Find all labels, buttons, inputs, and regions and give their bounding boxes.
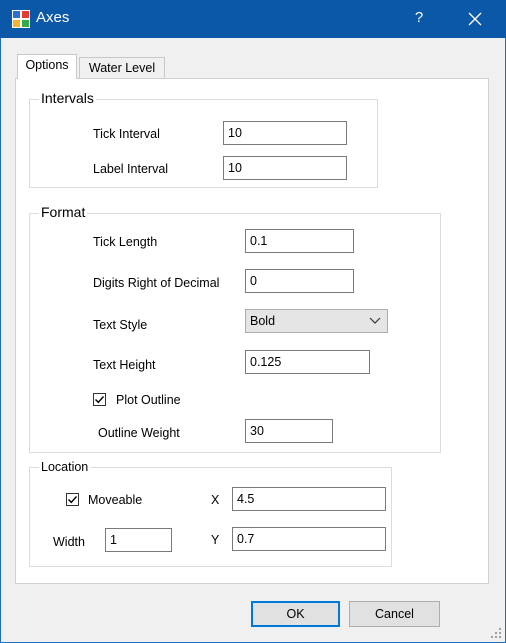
outline-weight-input[interactable] [245, 419, 333, 443]
cancel-button[interactable]: Cancel [349, 601, 440, 627]
checkmark-icon [95, 396, 105, 404]
moveable-label: Moveable [88, 493, 143, 507]
help-button[interactable]: ? [396, 0, 442, 38]
y-input[interactable] [232, 527, 386, 551]
tab-options[interactable]: Options [17, 54, 77, 79]
resize-grip-icon[interactable] [490, 627, 502, 639]
intervals-group: Intervals Tick Interval Label Interval [29, 90, 378, 188]
x-input[interactable] [232, 487, 386, 511]
tick-length-label: Tick Length [93, 235, 158, 249]
y-label: Y [211, 533, 220, 547]
tick-interval-input[interactable] [223, 121, 347, 145]
checkmark-icon [68, 496, 78, 504]
tab-water-level[interactable]: Water Level [79, 57, 165, 79]
chevron-down-icon [369, 317, 381, 324]
digits-right-of-decimal-input[interactable] [245, 269, 354, 293]
window-border-left [0, 38, 1, 643]
digits-right-of-decimal-label: Digits Right of Decimal [93, 276, 220, 290]
label-interval-label: Label Interval [93, 162, 169, 176]
app-icon [12, 10, 30, 28]
close-icon [468, 12, 482, 26]
window-title: Axes [36, 9, 70, 26]
outline-weight-label: Outline Weight [98, 426, 180, 440]
format-group-title: Format [39, 204, 88, 220]
ok-button[interactable]: OK [251, 601, 340, 627]
text-style-select[interactable]: Bold [245, 309, 388, 333]
width-label: Width [53, 535, 85, 549]
plot-outline-label: Plot Outline [116, 393, 181, 407]
tick-interval-label: Tick Interval [93, 127, 160, 141]
plot-outline-checkbox[interactable] [93, 393, 106, 406]
label-interval-input[interactable] [223, 156, 347, 180]
intervals-group-title: Intervals [39, 90, 96, 106]
text-style-selected-value: Bold [250, 314, 276, 328]
format-group: Format Tick Length Digits Right of Decim… [29, 204, 441, 453]
text-height-label: Text Height [93, 358, 156, 372]
text-style-label: Text Style [93, 318, 148, 332]
location-group: Location Moveable X Width Y [29, 459, 392, 567]
close-button[interactable] [452, 0, 498, 38]
tab-panel-options: Intervals Tick Interval Label Interval F… [15, 78, 489, 584]
x-label: X [211, 493, 220, 507]
width-input[interactable] [105, 528, 172, 552]
moveable-checkbox[interactable] [66, 493, 79, 506]
tick-length-input[interactable] [245, 229, 354, 253]
location-group-title: Location [39, 459, 91, 475]
text-height-input[interactable] [245, 350, 370, 374]
title-bar: Axes ? [0, 0, 506, 38]
